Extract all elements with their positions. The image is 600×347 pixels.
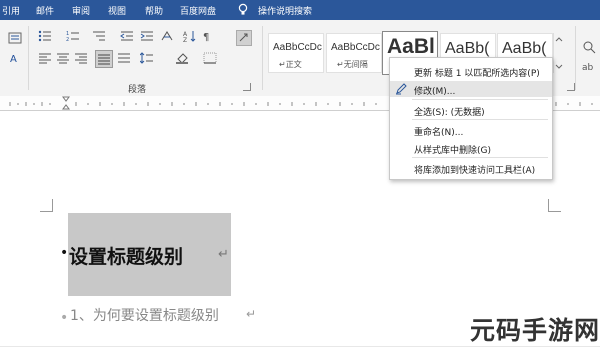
- borders-icon[interactable]: [203, 52, 217, 64]
- sort-icon[interactable]: AZ: [183, 30, 197, 42]
- style-normal[interactable]: AaBbCcDc ↵正文: [268, 33, 324, 73]
- list-bullet-marker: •: [60, 310, 69, 326]
- tab-view[interactable]: 视图: [108, 4, 126, 17]
- svg-text:A: A: [10, 54, 17, 64]
- increase-indent-icon[interactable]: [140, 30, 154, 42]
- distributed-icon[interactable]: [117, 52, 131, 64]
- paragraph-dialog-launcher-icon[interactable]: [243, 83, 251, 91]
- svg-text:Z: Z: [183, 37, 187, 42]
- menu-separator: [412, 157, 548, 158]
- paragraph-mark-icon: ↵: [218, 247, 229, 262]
- tab-mailings[interactable]: 邮件: [36, 4, 54, 17]
- document-line[interactable]: 1、为何要设置标题级别: [70, 305, 219, 325]
- svg-text:¶: ¶: [203, 32, 209, 42]
- show-formatting-marks-icon[interactable]: ¶: [201, 30, 215, 42]
- menu-separator: [412, 119, 548, 120]
- styles-dialog-launcher-icon[interactable]: [567, 83, 575, 91]
- justify-button[interactable]: [95, 50, 113, 68]
- numbering-icon[interactable]: 12: [66, 30, 80, 42]
- tab-baidu-netdisk[interactable]: 百度网盘: [180, 4, 216, 17]
- find-icon[interactable]: [582, 40, 596, 54]
- pen-icon: [395, 83, 407, 98]
- menu-item-select-all[interactable]: 全选(S): (无数据): [390, 102, 552, 118]
- ribbon-tab-bar: 引用 邮件 审阅 视图 帮助 百度网盘 操作说明搜索: [0, 0, 600, 20]
- svg-text:2: 2: [66, 37, 69, 42]
- chinese-layout-icon[interactable]: [160, 30, 174, 42]
- multilevel-list-icon[interactable]: [92, 30, 106, 42]
- paragraph-mark-icon: ↵: [246, 307, 257, 321]
- decrease-indent-icon[interactable]: [120, 30, 134, 42]
- document-heading[interactable]: 设置标题级别: [69, 242, 183, 269]
- bullets-icon[interactable]: [38, 30, 52, 42]
- group-divider: [575, 26, 576, 90]
- tab-help[interactable]: 帮助: [145, 4, 163, 17]
- menu-item-modify[interactable]: 修改(M)...: [390, 81, 552, 97]
- align-right-icon[interactable]: [74, 52, 88, 64]
- lightbulb-icon: [238, 3, 248, 19]
- menu-item-update-heading[interactable]: 更新 标题 1 以匹配所选内容(P): [390, 63, 552, 79]
- tell-me-search[interactable]: 操作说明搜索: [258, 4, 312, 17]
- svg-text:ab: ab: [582, 63, 594, 72]
- margin-corner-top-left: [40, 199, 53, 212]
- styles-scroll[interactable]: [553, 33, 564, 73]
- menu-item-add-to-quick-access[interactable]: 将库添加到快速访问工具栏(A): [390, 160, 552, 176]
- replace-icon[interactable]: ab: [582, 60, 596, 72]
- text-effects-icon[interactable]: A: [8, 52, 22, 64]
- align-left-icon[interactable]: [38, 52, 52, 64]
- list-icon[interactable]: [8, 32, 22, 44]
- heading-bullet-marker: •: [60, 245, 69, 261]
- group-divider: [262, 26, 263, 90]
- watermark: 元码手游网: [470, 316, 600, 345]
- menu-item-remove-from-gallery[interactable]: 从样式库中删除(G): [390, 140, 552, 156]
- text-direction-button[interactable]: [236, 30, 252, 46]
- tab-review[interactable]: 审阅: [72, 4, 90, 17]
- style-no-spacing[interactable]: AaBbCcDc ↵无间隔: [326, 33, 382, 73]
- paragraph-group-label: 段落: [128, 85, 147, 95]
- style-context-menu: 更新 标题 1 以匹配所选内容(P) 修改(M)... 全选(S): (无数据)…: [389, 57, 553, 180]
- line-spacing-icon[interactable]: [140, 52, 154, 64]
- shading-icon[interactable]: [175, 52, 189, 64]
- align-center-icon[interactable]: [56, 52, 70, 64]
- menu-separator: [412, 99, 548, 100]
- menu-item-rename[interactable]: 重命名(N)...: [390, 122, 552, 138]
- tab-references[interactable]: 引用: [2, 4, 20, 17]
- group-divider: [28, 26, 29, 90]
- margin-corner-top-right: [548, 199, 561, 212]
